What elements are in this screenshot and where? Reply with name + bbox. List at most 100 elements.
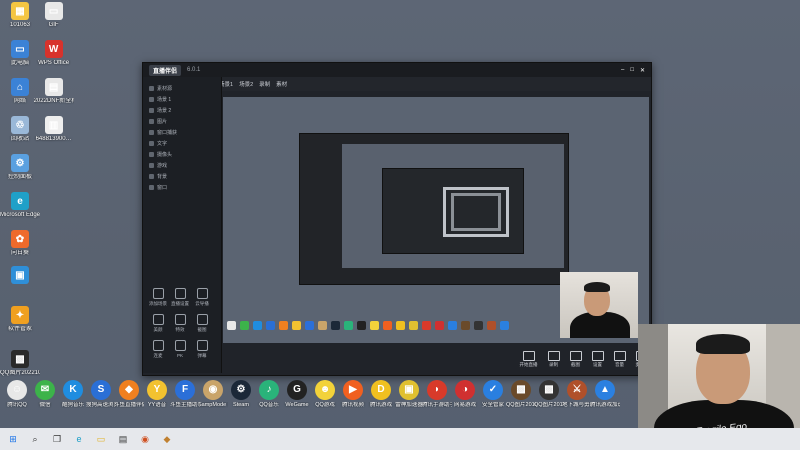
- tool-button[interactable]: 弹幕: [191, 337, 213, 359]
- minimize-icon[interactable]: –: [621, 67, 624, 73]
- shortcut-label: Steam: [233, 402, 249, 408]
- shortcut-item[interactable]: S 搜狗高速浏览器: [86, 380, 116, 408]
- shortcut-item[interactable]: ✓ 安全管家: [478, 380, 508, 408]
- tool-button[interactable]: PK: [169, 337, 191, 359]
- wechat-icon: [240, 321, 249, 330]
- dnf-icon: [487, 321, 496, 330]
- shortcut-item[interactable]: ◗ 腾讯手游助手: [422, 380, 452, 408]
- kugou-icon: K: [63, 380, 83, 400]
- desktop-icon[interactable]: ✦ 软件管家: [0, 306, 40, 333]
- shortcut-item[interactable]: ▩ QQ图片20180515: [506, 380, 536, 408]
- desktop-icon[interactable]: e Microsoft Edge: [0, 192, 40, 219]
- tool-label: 弹幕: [197, 353, 207, 358]
- tool-button[interactable]: 云导播: [191, 285, 213, 307]
- tool-icon: [196, 340, 208, 351]
- shortcut-item[interactable]: ◑ 网易游戏: [450, 380, 480, 408]
- qq-music-icon: [344, 321, 353, 330]
- screenshot-button[interactable]: 截图: [569, 350, 582, 368]
- shortcut-item[interactable]: ♪ QQ音乐: [254, 380, 284, 408]
- desktop-icon[interactable]: ✿ 向日葵: [0, 230, 40, 257]
- shortcut-item[interactable]: ☻ QQ游戏: [310, 380, 340, 408]
- shortcut-item[interactable]: ▶ 腾讯视频: [338, 380, 368, 408]
- source-item[interactable]: 摄像头: [143, 149, 221, 160]
- tool-button[interactable]: 特效: [169, 311, 191, 333]
- explorer-icon[interactable]: ▭: [94, 432, 108, 446]
- source-item[interactable]: 窗口捕获: [143, 127, 221, 138]
- douyu-icon: [279, 321, 288, 330]
- source-label: 窗口捕获: [157, 130, 178, 136]
- tool-button[interactable]: 连麦: [147, 337, 169, 359]
- source-type-icon: [149, 108, 154, 113]
- shortcut-item[interactable]: ▣ 雷神加速器: [394, 380, 424, 408]
- shortcut-label: SampMode 11: [198, 402, 228, 408]
- source-item[interactable]: 场景 1: [143, 94, 221, 105]
- tool-icon: [196, 288, 208, 299]
- shortcut-item[interactable]: ⚔ 地下城与勇士: [562, 380, 592, 408]
- tab-assets[interactable]: 素材: [276, 80, 287, 88]
- shortcut-label: 斗鱼直播伴侣: [114, 402, 144, 408]
- start-stream-button[interactable]: 开始直播: [520, 350, 538, 368]
- shortcut-item[interactable]: ▲ 腾讯游戏加速器: [590, 380, 620, 408]
- source-item[interactable]: 游戏: [143, 160, 221, 171]
- desktop-icon[interactable]: ▥ 648813900…: [34, 116, 74, 143]
- shortcut-item[interactable]: ◉ SampMode 11: [198, 380, 228, 408]
- desktop-icon[interactable]: ▤ 2022DNF新全称鼻屎…: [34, 78, 74, 105]
- document-icon: ▤: [44, 78, 63, 96]
- close-icon[interactable]: ✕: [640, 67, 645, 74]
- shortcut-item[interactable]: K 酷狗音乐: [58, 380, 88, 408]
- taskview-icon[interactable]: ❐: [50, 432, 64, 446]
- source-item[interactable]: 图片: [143, 116, 221, 127]
- start-icon[interactable]: ⊞: [6, 432, 20, 446]
- desktop-icon-label: GIF: [48, 22, 59, 28]
- shortcut-item[interactable]: ▩ QQ图片20170905: [534, 380, 564, 408]
- shortcut-item[interactable]: Y YY语音: [142, 380, 172, 408]
- shortcut-label: 斗鱼主播助手: [170, 402, 200, 408]
- shortcut-item[interactable]: F 斗鱼主播助手: [170, 380, 200, 408]
- volume-button[interactable]: 音量: [613, 350, 626, 368]
- search-icon[interactable]: ⌕: [28, 432, 42, 446]
- shortcut-item[interactable]: G WeGame: [282, 380, 312, 408]
- tab-scene-2[interactable]: 场景2: [239, 80, 253, 88]
- app-icon: ▣: [11, 266, 29, 284]
- desktop-icon[interactable]: ▩ QQ图片20221020…: [0, 350, 40, 377]
- shortcut-item[interactable]: D 腾讯游戏: [366, 380, 396, 408]
- desktop-icon[interactable]: ▣: [0, 266, 40, 286]
- settings-button[interactable]: 设置: [591, 350, 604, 368]
- qq-icon: ☺: [7, 380, 27, 400]
- tool-label: 直播设置: [171, 301, 189, 306]
- obs-icon[interactable]: ◉: [138, 432, 152, 446]
- shortcut-item[interactable]: ✉ 微信: [30, 380, 60, 408]
- source-item[interactable]: 背景: [143, 171, 221, 182]
- desktop-icon[interactable]: ▭ GIF: [34, 2, 74, 29]
- mobile-game-icon: ◗: [427, 380, 447, 400]
- source-type-icon: [149, 141, 154, 146]
- shortcut-item[interactable]: ◆ 斗鱼直播伴侣: [114, 380, 144, 408]
- desktop-icon[interactable]: W WPS Office: [34, 40, 74, 67]
- shortcut-label: WeGame: [285, 402, 309, 408]
- tool-button[interactable]: 添加场景: [147, 285, 169, 307]
- sogou-icon: S: [91, 380, 111, 400]
- edge-icon[interactable]: e: [72, 432, 86, 446]
- tool-button[interactable]: 截图: [191, 311, 213, 333]
- shortcut-item[interactable]: ☺ 腾讯QQ: [2, 380, 32, 408]
- tool-button[interactable]: 直播设置: [169, 285, 191, 307]
- source-item[interactable]: 素材源: [143, 83, 221, 94]
- qq-game-icon: [370, 321, 379, 330]
- security-icon: ✓: [483, 380, 503, 400]
- desktop-icon[interactable]: ⚙ 控制面板: [0, 154, 40, 181]
- shortcut-item[interactable]: ⚙ Steam: [226, 380, 256, 408]
- game-icon[interactable]: ◆: [160, 432, 174, 446]
- record-button[interactable]: 录制: [547, 350, 560, 368]
- kugou-icon: [253, 321, 262, 330]
- source-label: 游戏: [157, 163, 168, 169]
- tool-button[interactable]: 美颜: [147, 311, 169, 333]
- source-item[interactable]: 文字: [143, 138, 221, 149]
- source-type-icon: [149, 130, 154, 135]
- store-icon[interactable]: ▤: [116, 432, 130, 446]
- source-item[interactable]: 场景 2: [143, 105, 221, 116]
- tab-record[interactable]: 录制: [259, 80, 270, 88]
- source-item[interactable]: 窗口: [143, 182, 221, 193]
- nested-canvas: [342, 144, 564, 268]
- accelerator-icon: ▲: [595, 380, 615, 400]
- maximize-icon[interactable]: □: [630, 67, 634, 73]
